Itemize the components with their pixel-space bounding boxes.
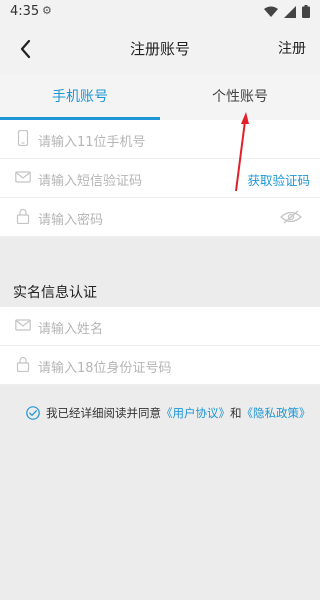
nav-bar: 注册账号 注册 (0, 24, 320, 74)
envelope-icon (15, 171, 31, 183)
agreement-prefix: 我已经详细阅读并同意 (46, 406, 161, 420)
realname-form: 请输入姓名 请输入18位身份证号码 (0, 307, 320, 385)
password-input[interactable]: 请输入密码 (38, 209, 103, 228)
account-type-tabs: 手机账号 个性账号 (0, 74, 320, 120)
status-bar: 4:35 ⚙ (0, 0, 320, 24)
lock-icon (16, 356, 30, 372)
name-field-row[interactable]: 请输入姓名 (0, 307, 320, 346)
lock-icon (16, 208, 30, 224)
password-field-row[interactable]: 请输入密码 (0, 198, 320, 237)
eye-closed-icon[interactable] (280, 209, 302, 225)
name-input[interactable]: 请输入姓名 (38, 318, 103, 337)
id-field-row[interactable]: 请输入18位身份证号码 (0, 346, 320, 385)
sms-code-input[interactable]: 请输入短信验证码 (38, 170, 142, 189)
phone-field-row[interactable]: 请输入11位手机号 (0, 120, 320, 159)
wifi-icon (264, 6, 278, 17)
agreement-and: 和 (230, 406, 242, 420)
user-agreement-link[interactable]: 《用户协议》 (161, 406, 230, 420)
register-button[interactable]: 注册 (278, 38, 306, 58)
envelope-icon (15, 319, 31, 331)
battery-icon (302, 5, 310, 18)
page-title: 注册账号 (129, 40, 190, 58)
sms-field-row[interactable]: 请输入短信验证码 获取验证码 (0, 159, 320, 198)
phone-form: 请输入11位手机号 请输入短信验证码 获取验证码 请输入密码 (0, 120, 320, 237)
phone-icon (17, 130, 29, 146)
tab-phone-account[interactable]: 手机账号 (0, 74, 160, 120)
privacy-policy-link[interactable]: 《隐私政策》 (242, 406, 311, 420)
get-code-button[interactable]: 获取验证码 (247, 170, 310, 189)
status-icons (264, 5, 310, 18)
id-number-input[interactable]: 请输入18位身份证号码 (38, 357, 172, 376)
phone-input[interactable]: 请输入11位手机号 (38, 131, 146, 150)
agreement-row: 我已经详细阅读并同意《用户协议》和《隐私政策》 (26, 405, 311, 421)
signal-icon (284, 5, 296, 18)
status-time: 4:35 (10, 4, 40, 19)
realname-section-title: 实名信息认证 (13, 285, 97, 301)
check-circle-icon[interactable] (26, 406, 40, 420)
settings-notification-icon: ⚙ (42, 4, 52, 17)
tab-custom-account[interactable]: 个性账号 (160, 74, 320, 120)
